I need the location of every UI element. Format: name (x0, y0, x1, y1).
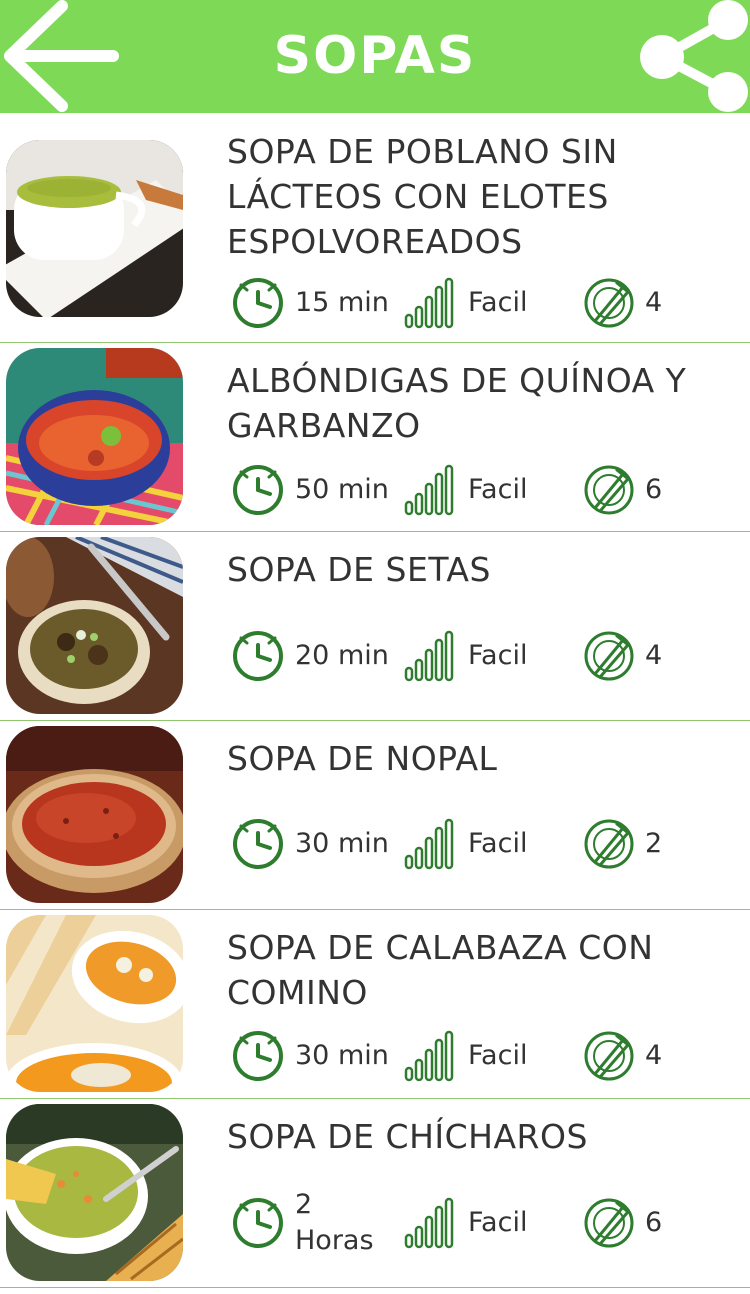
recipe-difficulty: Facil (468, 287, 528, 318)
difficulty-bars-icon (404, 630, 454, 682)
recipe-title: ALBÓNDIGAS DE QUÍNOA Y GARBANZO (227, 361, 687, 445)
difficulty-bars-icon (404, 818, 454, 870)
recipe-thumbnail (6, 1104, 183, 1281)
recipe-servings: 4 (645, 640, 663, 671)
recipe-thumbnail (6, 348, 183, 525)
recipe-thumbnail (6, 726, 183, 903)
servings-plate-icon (584, 1031, 634, 1081)
recipe-title: SOPA DE SETAS (227, 550, 491, 589)
recipe-servings: 2 (645, 828, 663, 859)
difficulty-bars-icon (404, 277, 454, 329)
share-button[interactable] (638, 0, 750, 113)
clock-icon (233, 278, 283, 328)
difficulty-bars-icon (404, 464, 454, 516)
recipe-servings: 6 (645, 474, 663, 505)
recipe-difficulty: Facil (468, 1040, 528, 1071)
recipe-difficulty: Facil (468, 640, 528, 671)
recipe-time: 30 min (295, 1040, 389, 1071)
app-header: SOPAS (0, 0, 750, 113)
servings-plate-icon (584, 631, 634, 681)
recipe-difficulty: Facil (468, 1207, 528, 1238)
recipe-servings: 4 (645, 1040, 663, 1071)
recipe-title: SOPA DE CALABAZA CON COMINO (227, 928, 654, 1012)
difficulty-bars-icon (404, 1197, 454, 1249)
recipe-row[interactable]: SOPA DE CHÍCHAROS 2 Horas Facil 6 (0, 1099, 750, 1288)
recipe-time: 15 min (295, 287, 389, 318)
recipe-title: SOPA DE CHÍCHAROS (227, 1117, 588, 1156)
difficulty-bars-icon (404, 1030, 454, 1082)
clock-icon (233, 631, 283, 681)
recipe-row[interactable]: ALBÓNDIGAS DE QUÍNOA Y GARBANZO 50 min F… (0, 343, 750, 532)
recipe-row[interactable]: SOPA DE SETAS 20 min Facil 4 (0, 532, 750, 721)
share-icon (640, 0, 748, 112)
recipe-thumbnail (6, 915, 183, 1092)
servings-plate-icon (584, 1198, 634, 1248)
recipe-servings: 6 (645, 1207, 663, 1238)
servings-plate-icon (584, 465, 634, 515)
clock-icon (233, 1031, 283, 1081)
recipe-row[interactable]: SOPA DE NOPAL 30 min Facil 2 (0, 721, 750, 910)
recipe-list: SOPA DE POBLANO SIN LÁCTEOS CON ELOTES E… (0, 113, 750, 1288)
recipe-servings: 4 (645, 287, 663, 318)
recipe-thumbnail (6, 140, 183, 317)
recipe-thumbnail (6, 537, 183, 714)
servings-plate-icon (584, 278, 634, 328)
recipe-row[interactable]: SOPA DE POBLANO SIN LÁCTEOS CON ELOTES E… (0, 113, 750, 343)
recipe-time: 20 min (295, 640, 389, 671)
recipe-difficulty: Facil (468, 474, 528, 505)
clock-icon (233, 819, 283, 869)
recipe-time: 2 Horas (295, 1189, 374, 1256)
recipe-time: 50 min (295, 474, 389, 505)
recipe-row[interactable]: SOPA DE CALABAZA CON COMINO 30 min Facil… (0, 910, 750, 1099)
servings-plate-icon (584, 819, 634, 869)
recipe-time: 30 min (295, 828, 389, 859)
recipe-title: SOPA DE NOPAL (227, 739, 498, 778)
clock-icon (233, 465, 283, 515)
clock-icon (233, 1198, 283, 1248)
recipe-title: SOPA DE POBLANO SIN LÁCTEOS CON ELOTES E… (227, 132, 618, 261)
recipe-difficulty: Facil (468, 828, 528, 859)
